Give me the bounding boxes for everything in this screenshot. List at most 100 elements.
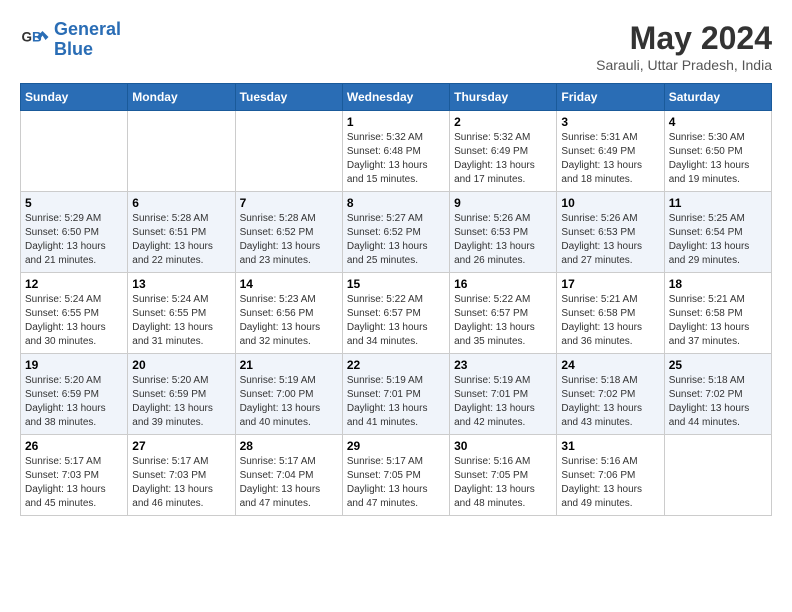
calendar-cell: 8 Sunrise: 5:27 AMSunset: 6:52 PMDaylight…: [342, 192, 449, 273]
day-info: Sunrise: 5:22 AMSunset: 6:57 PMDaylight:…: [454, 293, 552, 349]
day-info: Sunrise: 5:20 AMSunset: 6:59 PMDaylight:…: [132, 374, 230, 430]
day-number: 26: [25, 439, 123, 453]
calendar-cell: 27 Sunrise: 5:17 AMSunset: 7:03 PMDayligh…: [128, 435, 235, 516]
day-info: Sunrise: 5:26 AMSunset: 6:53 PMDaylight:…: [454, 212, 552, 268]
day-number: 25: [669, 358, 767, 372]
day-number: 29: [347, 439, 445, 453]
day-number: 6: [132, 196, 230, 210]
calendar-cell: 17 Sunrise: 5:21 AMSunset: 6:58 PMDayligh…: [557, 273, 664, 354]
calendar-cell: 10 Sunrise: 5:26 AMSunset: 6:53 PMDayligh…: [557, 192, 664, 273]
day-info: Sunrise: 5:26 AMSunset: 6:53 PMDaylight:…: [561, 212, 659, 268]
calendar: SundayMondayTuesdayWednesdayThursdayFrid…: [20, 83, 772, 516]
day-info: Sunrise: 5:22 AMSunset: 6:57 PMDaylight:…: [347, 293, 445, 349]
weekday-header-cell: Monday: [128, 84, 235, 111]
day-info: Sunrise: 5:25 AMSunset: 6:54 PMDaylight:…: [669, 212, 767, 268]
svg-text:G: G: [22, 29, 33, 44]
calendar-cell: 20Sunrise: 5:20 AMSunset: 6:59 PMDayligh…: [128, 354, 235, 435]
day-number: 2: [454, 115, 552, 129]
day-number: 10: [561, 196, 659, 210]
day-info: Sunrise: 5:21 AMSunset: 6:58 PMDaylight:…: [669, 293, 767, 349]
calendar-cell: 22Sunrise: 5:19 AMSunset: 7:01 PMDayligh…: [342, 354, 449, 435]
calendar-cell: 19Sunrise: 5:20 AMSunset: 6:59 PMDayligh…: [21, 354, 128, 435]
day-info: Sunrise: 5:24 AMSunset: 6:55 PMDaylight:…: [132, 293, 230, 349]
calendar-cell: 28 Sunrise: 5:17 AMSunset: 7:04 PMDayligh…: [235, 435, 342, 516]
day-info: Sunrise: 5:32 AMSunset: 6:49 PMDaylight:…: [454, 131, 552, 187]
day-info: Sunrise: 5:28 AMSunset: 6:52 PMDaylight:…: [240, 212, 338, 268]
day-number: 17: [561, 277, 659, 291]
day-info: Sunrise: 5:18 AMSunset: 7:02 PMDaylight:…: [561, 374, 659, 430]
calendar-cell: 23 Sunrise: 5:19 AMSunset: 7:01 PMDayligh…: [450, 354, 557, 435]
calendar-cell: [664, 435, 771, 516]
calendar-cell: [21, 111, 128, 192]
calendar-cell: 30 Sunrise: 5:16 AMSunset: 7:05 PMDayligh…: [450, 435, 557, 516]
calendar-week-row: 12 Sunrise: 5:24 AMSunset: 6:55 PMDayligh…: [21, 273, 772, 354]
calendar-body: 1Sunrise: 5:32 AMSunset: 6:48 PMDaylight…: [21, 111, 772, 516]
day-number: 3: [561, 115, 659, 129]
day-number: 19: [25, 358, 123, 372]
calendar-cell: [128, 111, 235, 192]
calendar-cell: 18 Sunrise: 5:21 AMSunset: 6:58 PMDayligh…: [664, 273, 771, 354]
day-number: 12: [25, 277, 123, 291]
month-title: May 2024: [596, 20, 772, 57]
calendar-week-row: 19 Sunrise: 5:20 AMSunset: 6:59 PMDayligh…: [21, 354, 772, 435]
day-number: 15: [347, 277, 445, 291]
day-info: Sunrise: 5:17 AMSunset: 7:05 PMDaylight:…: [347, 455, 445, 511]
day-number: 16: [454, 277, 552, 291]
day-number: 18: [669, 277, 767, 291]
calendar-cell: 25 Sunrise: 5:18 AMSunset: 7:02 PMDayligh…: [664, 354, 771, 435]
calendar-cell: 26 Sunrise: 5:17 AMSunset: 7:03 PMDayligh…: [21, 435, 128, 516]
day-info: Sunrise: 5:16 AMSunset: 7:05 PMDaylight:…: [454, 455, 552, 511]
calendar-cell: 29 Sunrise: 5:17 AMSunset: 7:05 PMDayligh…: [342, 435, 449, 516]
day-info: Sunrise: 5:17 AMSunset: 7:04 PMDaylight:…: [240, 455, 338, 511]
weekday-header-cell: Thursday: [450, 84, 557, 111]
day-info: Sunrise: 5:19 AMSunset: 7:01 PMDaylight:…: [454, 374, 552, 430]
calendar-cell: 6Sunrise: 5:28 AMSunset: 6:51 PMDaylight…: [128, 192, 235, 273]
day-number: 28: [240, 439, 338, 453]
calendar-cell: 21 Sunrise: 5:19 AMSunset: 7:00 PMDayligh…: [235, 354, 342, 435]
day-info: Sunrise: 5:31 AMSunset: 6:49 PMDaylight:…: [561, 131, 659, 187]
calendar-cell: 31Sunrise: 5:16 AMSunset: 7:06 PMDayligh…: [557, 435, 664, 516]
day-info: Sunrise: 5:18 AMSunset: 7:02 PMDaylight:…: [669, 374, 767, 430]
day-number: 7: [240, 196, 338, 210]
day-info: Sunrise: 5:23 AMSunset: 6:56 PMDaylight:…: [240, 293, 338, 349]
day-number: 9: [454, 196, 552, 210]
day-number: 23: [454, 358, 552, 372]
day-info: Sunrise: 5:27 AMSunset: 6:52 PMDaylight:…: [347, 212, 445, 268]
calendar-cell: 5Sunrise: 5:29 AMSunset: 6:50 PMDaylight…: [21, 192, 128, 273]
calendar-cell: 7 Sunrise: 5:28 AMSunset: 6:52 PMDaylight…: [235, 192, 342, 273]
weekday-header-cell: Sunday: [21, 84, 128, 111]
logo: G B General Blue: [20, 20, 121, 60]
calendar-cell: 15 Sunrise: 5:22 AMSunset: 6:57 PMDayligh…: [342, 273, 449, 354]
calendar-cell: 2 Sunrise: 5:32 AMSunset: 6:49 PMDaylight…: [450, 111, 557, 192]
logo-line1: General: [54, 19, 121, 39]
day-number: 30: [454, 439, 552, 453]
day-number: 21: [240, 358, 338, 372]
calendar-cell: 12Sunrise: 5:24 AMSunset: 6:55 PMDayligh…: [21, 273, 128, 354]
day-number: 8: [347, 196, 445, 210]
calendar-cell: 11 Sunrise: 5:25 AMSunset: 6:54 PMDayligh…: [664, 192, 771, 273]
calendar-cell: 3 Sunrise: 5:31 AMSunset: 6:49 PMDaylight…: [557, 111, 664, 192]
day-number: 24: [561, 358, 659, 372]
calendar-week-row: 26 Sunrise: 5:17 AMSunset: 7:03 PMDayligh…: [21, 435, 772, 516]
day-number: 22: [347, 358, 445, 372]
calendar-cell: 13 Sunrise: 5:24 AMSunset: 6:55 PMDayligh…: [128, 273, 235, 354]
calendar-cell: 14 Sunrise: 5:23 AMSunset: 6:56 PMDayligh…: [235, 273, 342, 354]
calendar-cell: 1Sunrise: 5:32 AMSunset: 6:48 PMDaylight…: [342, 111, 449, 192]
day-number: 4: [669, 115, 767, 129]
logo-line2: Blue: [54, 39, 93, 59]
location: Sarauli, Uttar Pradesh, India: [596, 57, 772, 73]
day-info: Sunrise: 5:17 AMSunset: 7:03 PMDaylight:…: [132, 455, 230, 511]
day-number: 13: [132, 277, 230, 291]
day-info: Sunrise: 5:17 AMSunset: 7:03 PMDaylight:…: [25, 455, 123, 511]
day-info: Sunrise: 5:19 AMSunset: 7:00 PMDaylight:…: [240, 374, 338, 430]
page-header: G B General Blue May 2024 Sarauli, Uttar…: [20, 20, 772, 73]
day-number: 11: [669, 196, 767, 210]
day-number: 27: [132, 439, 230, 453]
day-info: Sunrise: 5:21 AMSunset: 6:58 PMDaylight:…: [561, 293, 659, 349]
weekday-header-cell: Saturday: [664, 84, 771, 111]
weekday-header-cell: Tuesday: [235, 84, 342, 111]
calendar-cell: 4Sunrise: 5:30 AMSunset: 6:50 PMDaylight…: [664, 111, 771, 192]
calendar-cell: 24 Sunrise: 5:18 AMSunset: 7:02 PMDayligh…: [557, 354, 664, 435]
day-number: 14: [240, 277, 338, 291]
day-info: Sunrise: 5:29 AMSunset: 6:50 PMDaylight:…: [25, 212, 123, 268]
